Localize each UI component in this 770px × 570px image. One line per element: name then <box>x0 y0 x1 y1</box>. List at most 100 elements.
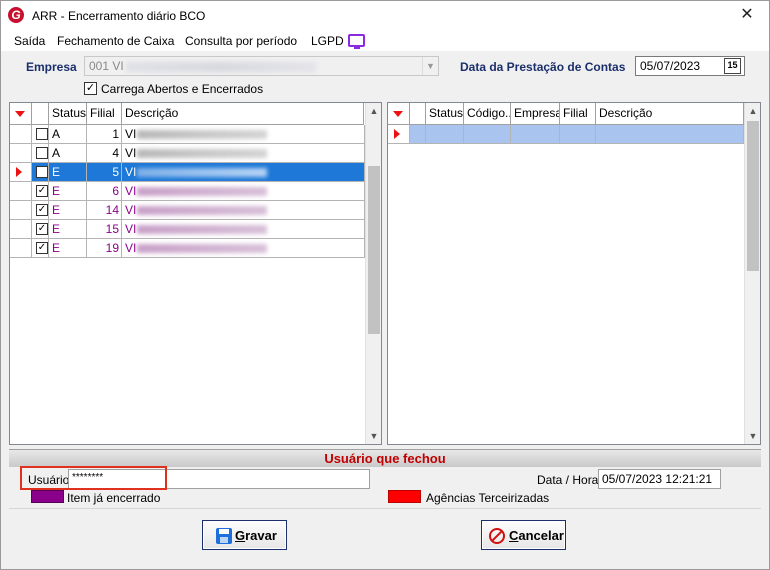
row-checkbox[interactable] <box>36 147 48 159</box>
cell-text: E <box>52 184 61 198</box>
left-grid[interactable]: Status Filial Descrição A 1 VI A 4 VI ✓ E 5 VI ✓ E 6… <box>9 102 382 445</box>
datahora-input[interactable]: 05/07/2023 12:21:21 <box>598 469 721 489</box>
row-checkbox-cell[interactable]: ✓ <box>32 201 49 220</box>
cancelar-button[interactable]: Cancelar <box>481 520 566 550</box>
column-header-descricao[interactable]: Descrição <box>596 103 744 125</box>
table-cell-descricao[interactable]: VI <box>122 125 365 144</box>
column-header-filial[interactable]: Filial <box>560 103 596 125</box>
cell-text: E <box>52 241 61 255</box>
row-checkbox-cell[interactable]: ✓ <box>32 220 49 239</box>
cell-text: 14 <box>105 203 119 217</box>
datahora-label: Data / Hora <box>537 473 599 487</box>
table-cell[interactable] <box>410 125 426 144</box>
table-cell-filial[interactable]: 15 <box>87 220 122 239</box>
scroll-down-icon[interactable]: ▼ <box>745 428 760 444</box>
scroll-up-icon[interactable]: ▲ <box>745 103 760 119</box>
table-cell[interactable] <box>560 125 596 144</box>
right-grid[interactable]: Status Código... Empresa Filial Descriçã… <box>387 102 761 445</box>
column-header-status[interactable]: Status <box>49 103 87 125</box>
table-cell[interactable] <box>464 125 511 144</box>
table-row[interactable]: A 1 VI <box>10 125 365 144</box>
table-cell[interactable] <box>426 125 464 144</box>
table-cell-filial[interactable]: 5 <box>87 163 122 182</box>
table-cell-filial[interactable]: 1 <box>87 125 122 144</box>
right-grid-scrollbar[interactable]: ▲ ▼ <box>744 103 760 444</box>
row-checkbox[interactable]: ✓ <box>36 204 48 216</box>
chevron-down-icon[interactable]: ▼ <box>422 57 438 75</box>
table-cell-descricao[interactable]: VI <box>122 144 365 163</box>
row-checkbox-cell[interactable]: ✓ <box>32 163 49 182</box>
legend-outsourced-label: Agências Terceirizadas <box>426 491 550 505</box>
table-row[interactable]: ✓ E 14 VI <box>10 201 365 220</box>
menu-item-consulta-por-periodo[interactable]: Consulta por período <box>185 34 297 48</box>
table-cell-status[interactable]: A <box>49 144 87 163</box>
table-cell-descricao[interactable]: VI <box>122 239 365 258</box>
table-cell-status[interactable]: E <box>49 182 87 201</box>
row-checkbox[interactable]: ✓ <box>36 166 48 178</box>
table-row[interactable]: ✓ E 5 VI <box>10 163 365 182</box>
menu-item-saida[interactable]: Saída <box>14 34 45 48</box>
scroll-thumb[interactable] <box>368 166 380 334</box>
table-cell-filial[interactable]: 4 <box>87 144 122 163</box>
row-checkbox[interactable]: ✓ <box>36 185 48 197</box>
table-row[interactable]: A 4 VI <box>10 144 365 163</box>
left-grid-scrollbar[interactable]: ▲ ▼ <box>365 103 381 444</box>
redacted-text <box>137 206 268 216</box>
column-header-filial[interactable]: Filial <box>87 103 122 125</box>
table-row[interactable]: ✓ E 6 VI <box>10 182 365 201</box>
column-header-empresa[interactable]: Empresa <box>511 103 560 125</box>
column-header-status[interactable]: Status <box>426 103 464 125</box>
row-checkbox-cell[interactable]: ✓ <box>32 182 49 201</box>
table-cell[interactable] <box>596 125 744 144</box>
table-cell-status[interactable]: E <box>49 239 87 258</box>
redacted-text <box>137 149 268 159</box>
menu-item-lgpd[interactable]: LGPD <box>311 34 344 48</box>
gravar-button[interactable]: Gravar <box>202 520 287 550</box>
row-indicator <box>10 201 32 220</box>
table-cell-status[interactable]: E <box>49 163 87 182</box>
row-checkbox[interactable]: ✓ <box>36 242 48 254</box>
row-checkbox-cell[interactable]: ✓ <box>32 239 49 258</box>
redacted-text <box>137 130 268 140</box>
table-cell-filial[interactable]: 6 <box>87 182 122 201</box>
row-checkbox-cell[interactable] <box>32 125 49 144</box>
carrega-checkbox[interactable]: ✓ <box>84 82 97 95</box>
floppy-disk-icon <box>216 528 232 544</box>
table-cell-descricao[interactable]: VI <box>122 163 365 182</box>
scroll-down-icon[interactable]: ▼ <box>366 428 381 444</box>
column-header-check[interactable] <box>410 103 426 125</box>
grid-menu-button[interactable] <box>10 103 32 125</box>
table-cell-descricao[interactable]: VI <box>122 182 365 201</box>
row-checkbox[interactable] <box>36 128 48 140</box>
row-checkbox[interactable]: ✓ <box>36 223 48 235</box>
scroll-up-icon[interactable]: ▲ <box>366 103 381 119</box>
table-cell-status[interactable]: E <box>49 220 87 239</box>
table-cell-status[interactable]: A <box>49 125 87 144</box>
row-indicator <box>10 163 32 182</box>
table-row[interactable] <box>388 125 744 144</box>
table-cell-descricao[interactable]: VI <box>122 220 365 239</box>
empresa-select[interactable]: 001 VI <box>84 56 439 76</box>
column-header-codigo[interactable]: Código... <box>464 103 511 125</box>
table-row[interactable]: ✓ E 15 VI <box>10 220 365 239</box>
row-checkbox-cell[interactable] <box>32 144 49 163</box>
column-header-descricao[interactable]: Descrição <box>122 103 364 125</box>
table-cell-filial[interactable]: 14 <box>87 201 122 220</box>
cell-text: 6 <box>112 184 119 198</box>
row-indicator <box>388 125 410 144</box>
close-button[interactable]: ✕ <box>734 4 760 26</box>
cancel-circle-icon <box>489 528 505 544</box>
menu-item-fechamento-de-caixa[interactable]: Fechamento de Caixa <box>57 34 174 48</box>
grid-menu-button[interactable] <box>388 103 410 125</box>
scroll-thumb[interactable] <box>747 121 759 271</box>
calendar-icon[interactable]: 15 <box>724 58 741 74</box>
row-indicator <box>10 144 32 163</box>
table-cell-filial[interactable]: 19 <box>87 239 122 258</box>
cell-text: E <box>52 165 61 179</box>
table-cell[interactable] <box>511 125 560 144</box>
table-cell-descricao[interactable]: VI <box>122 201 365 220</box>
table-row[interactable]: ✓ E 19 VI <box>10 239 365 258</box>
column-header-check[interactable] <box>32 103 49 125</box>
table-cell-status[interactable]: E <box>49 201 87 220</box>
monitor-icon[interactable] <box>348 34 365 49</box>
